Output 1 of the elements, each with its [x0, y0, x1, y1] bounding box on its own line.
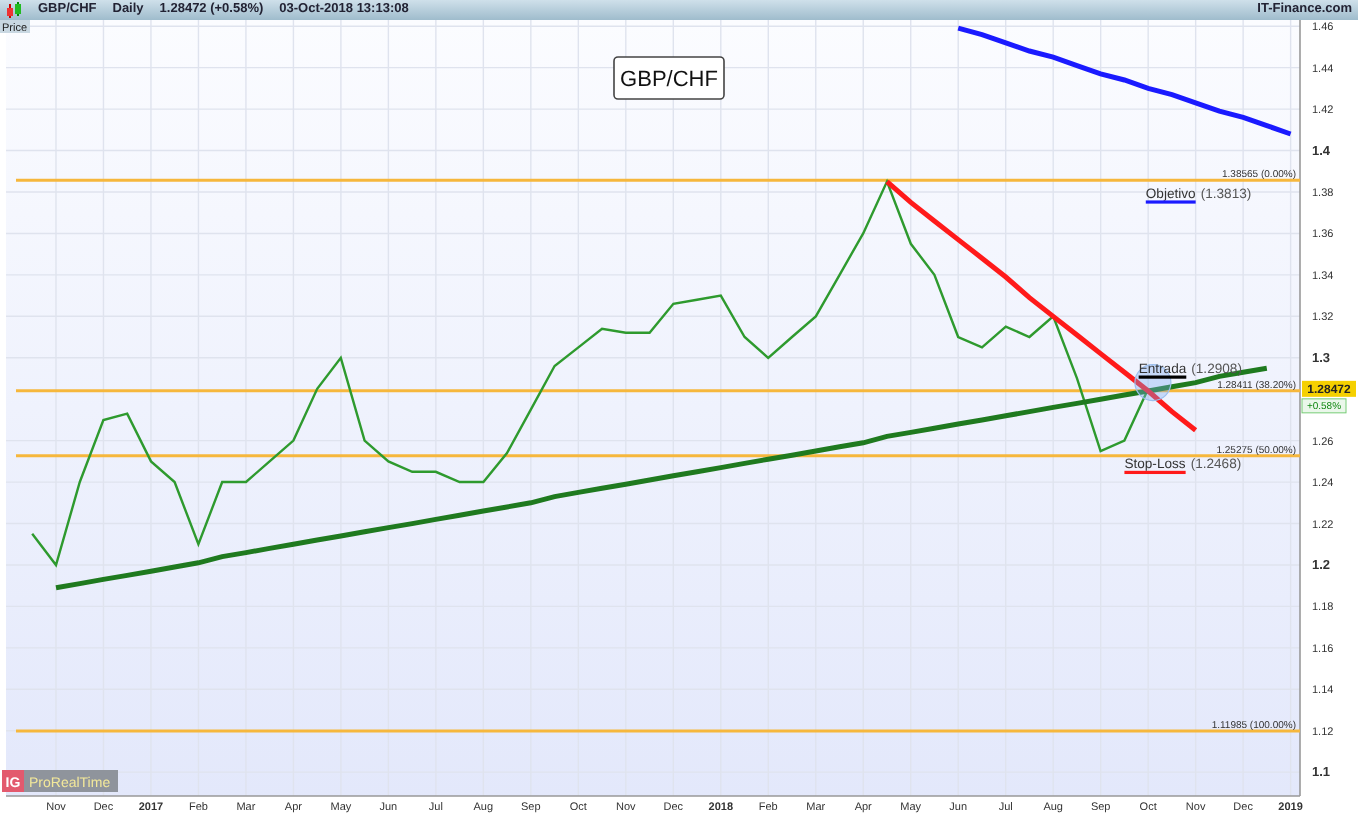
chart-title: GBP/CHF — [613, 56, 725, 100]
